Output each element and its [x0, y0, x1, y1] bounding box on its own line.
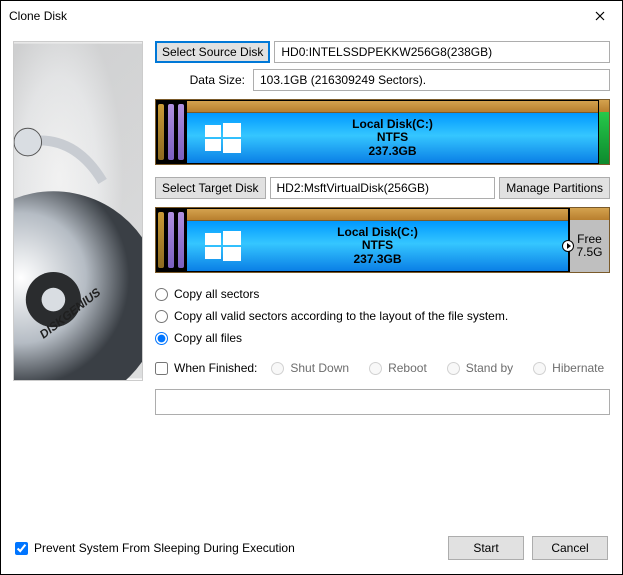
target-disk-field[interactable]: HD2:MsftVirtualDisk(256GB): [270, 177, 496, 199]
target-part-size: 237.3GB: [337, 253, 418, 266]
select-source-disk-button[interactable]: Select Source Disk: [155, 41, 270, 63]
prevent-sleep-checkbox[interactable]: Prevent System From Sleeping During Exec…: [15, 541, 295, 555]
windows-icon: [203, 227, 243, 270]
source-part-size: 237.3GB: [352, 145, 433, 158]
disk-image-sidebar: DISKGENIUS: [13, 41, 143, 381]
source-disk-field[interactable]: HD0:INTELSSDPEKKW256G8(238GB): [274, 41, 610, 63]
reserved-stripes: [156, 208, 186, 272]
reboot-radio: Reboot: [369, 361, 427, 375]
close-button[interactable]: [577, 1, 622, 31]
status-box: [155, 389, 610, 415]
titlebar: Clone Disk: [1, 1, 622, 31]
select-target-disk-button[interactable]: Select Target Disk: [155, 177, 266, 199]
source-disk-bar: Local Disk(C:) NTFS 237.3GB: [155, 99, 610, 165]
manage-partitions-button[interactable]: Manage Partitions: [499, 177, 610, 199]
close-icon: [595, 11, 605, 21]
copy-all-sectors-radio[interactable]: Copy all sectors: [155, 287, 610, 301]
target-disk-bar: Local Disk(C:) NTFS 237.3GB Free7.5G: [155, 207, 610, 273]
data-size-label: Data Size:: [155, 73, 249, 87]
target-part-fs: NTFS: [337, 239, 418, 252]
standby-radio: Stand by: [447, 361, 513, 375]
shutdown-radio: Shut Down: [271, 361, 349, 375]
windows-icon: [203, 119, 243, 162]
cancel-button[interactable]: Cancel: [532, 536, 608, 560]
copy-valid-sectors-radio[interactable]: Copy all valid sectors according to the …: [155, 309, 610, 323]
start-button[interactable]: Start: [448, 536, 524, 560]
when-finished-checkbox[interactable]: When Finished:: [155, 361, 257, 375]
window-title: Clone Disk: [9, 9, 577, 23]
free-space-segment: Free7.5G: [569, 208, 609, 272]
data-size-field: 103.1GB (216309249 Sectors).: [253, 69, 610, 91]
copy-all-files-radio[interactable]: Copy all files: [155, 331, 610, 345]
reserved-stripes: [156, 100, 186, 164]
hibernate-radio: Hibernate: [533, 361, 604, 375]
source-part-fs: NTFS: [352, 131, 433, 144]
resize-handle[interactable]: [562, 240, 574, 252]
